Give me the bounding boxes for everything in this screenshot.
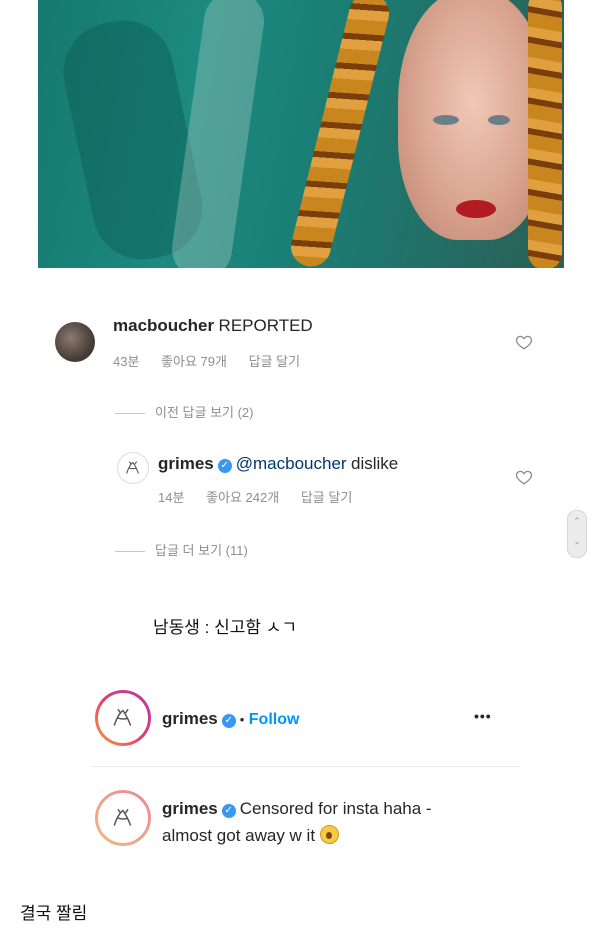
comment-likes[interactable]: 좋아요 79개	[161, 354, 227, 369]
avatar-macboucher[interactable]	[55, 322, 95, 362]
sketch-avatar-icon	[113, 708, 132, 726]
post-caption: grimes ✓ Censored for insta haha - almost …	[162, 796, 432, 850]
heart-icon[interactable]	[515, 468, 533, 486]
reply-reply-button[interactable]: 답글 달기	[301, 490, 352, 505]
comment-username[interactable]: macboucher	[113, 316, 214, 335]
avatar-grimes	[98, 793, 148, 843]
comment-reply-button[interactable]: 답글 달기	[249, 354, 300, 369]
scroll-indicator[interactable]: ⌃ ⌄	[567, 510, 587, 558]
verified-badge-icon: ✓	[221, 804, 236, 818]
reply-meta: 14분 좋아요 242개 답글 달기	[158, 487, 352, 506]
view-previous-replies[interactable]: 이전 답글 보기 (2)	[115, 402, 253, 421]
reply-username[interactable]: grimes	[158, 454, 214, 473]
sketch-avatar-icon	[113, 808, 132, 826]
avatar-grimes-story[interactable]	[95, 690, 151, 746]
post-photo	[38, 0, 564, 268]
post-username[interactable]: grimes	[162, 709, 218, 728]
comment-meta: 43분 좋아요 79개 답글 달기	[113, 351, 300, 370]
avatar-grimes-small[interactable]	[117, 452, 149, 484]
comment-macboucher: macboucher REPORTED	[113, 316, 313, 336]
comment-time: 43분	[113, 354, 140, 369]
follow-button[interactable]: Follow	[249, 711, 300, 728]
post-header: grimes ✓ • Follow	[162, 709, 300, 728]
avatar-grimes-caption[interactable]	[95, 790, 151, 846]
comment-text: REPORTED	[218, 316, 313, 335]
reply-likes[interactable]: 좋아요 242개	[206, 490, 279, 505]
caption-bottom: 결국 짤림	[20, 904, 88, 923]
more-options-icon[interactable]: •••	[474, 708, 492, 724]
reply-grimes: grimes ✓ @macboucher dislike	[158, 454, 398, 474]
reply-text: dislike	[351, 454, 399, 473]
reply-time: 14분	[158, 490, 185, 505]
view-more-replies[interactable]: 답글 더 보기 (11)	[115, 540, 248, 559]
caption-top: 남동생 : 신고함 ㅅㄱ	[153, 618, 298, 637]
caption-text-line1: Censored for insta haha -	[239, 799, 432, 818]
caption-text-line2: almost got away w it	[162, 826, 316, 845]
divider	[90, 766, 520, 767]
verified-badge-icon: ✓	[217, 459, 232, 473]
astonished-face-emoji	[319, 825, 339, 844]
sketch-avatar-icon	[126, 461, 140, 474]
caption-username[interactable]: grimes	[162, 799, 218, 818]
heart-icon[interactable]	[515, 333, 533, 351]
verified-badge-icon: ✓	[221, 714, 236, 728]
avatar-grimes	[98, 693, 148, 743]
reply-mention[interactable]: @macboucher	[236, 454, 347, 473]
